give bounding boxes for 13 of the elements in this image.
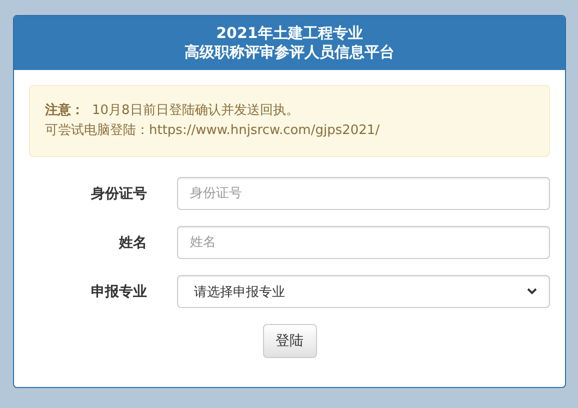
login-button[interactable]: 登陆 xyxy=(262,324,316,358)
notice-label: 注意： xyxy=(45,103,84,118)
notice-text: 10月8日前日登陆确认并发送回执。 xyxy=(92,103,299,118)
input-field[interactable]: 身份证号 xyxy=(177,177,550,210)
field-label: 身份证号 xyxy=(90,184,148,202)
field-label: 申报专业 xyxy=(90,282,148,300)
header-title: 2021年土建工程专业 xyxy=(215,24,364,43)
select-dropdown[interactable]: 请选择申报专业 xyxy=(177,275,550,308)
input-field[interactable]: 姓名 xyxy=(177,226,550,259)
chevron-down-icon xyxy=(527,288,537,295)
notice-link-text: 可尝试电脑登陆：https://www.hnjsrcw.com/gjps2021/ xyxy=(45,122,381,140)
header-subtitle: 高级职称评审参评人员信息平台 xyxy=(184,43,396,62)
field-label: 姓名 xyxy=(118,234,148,252)
